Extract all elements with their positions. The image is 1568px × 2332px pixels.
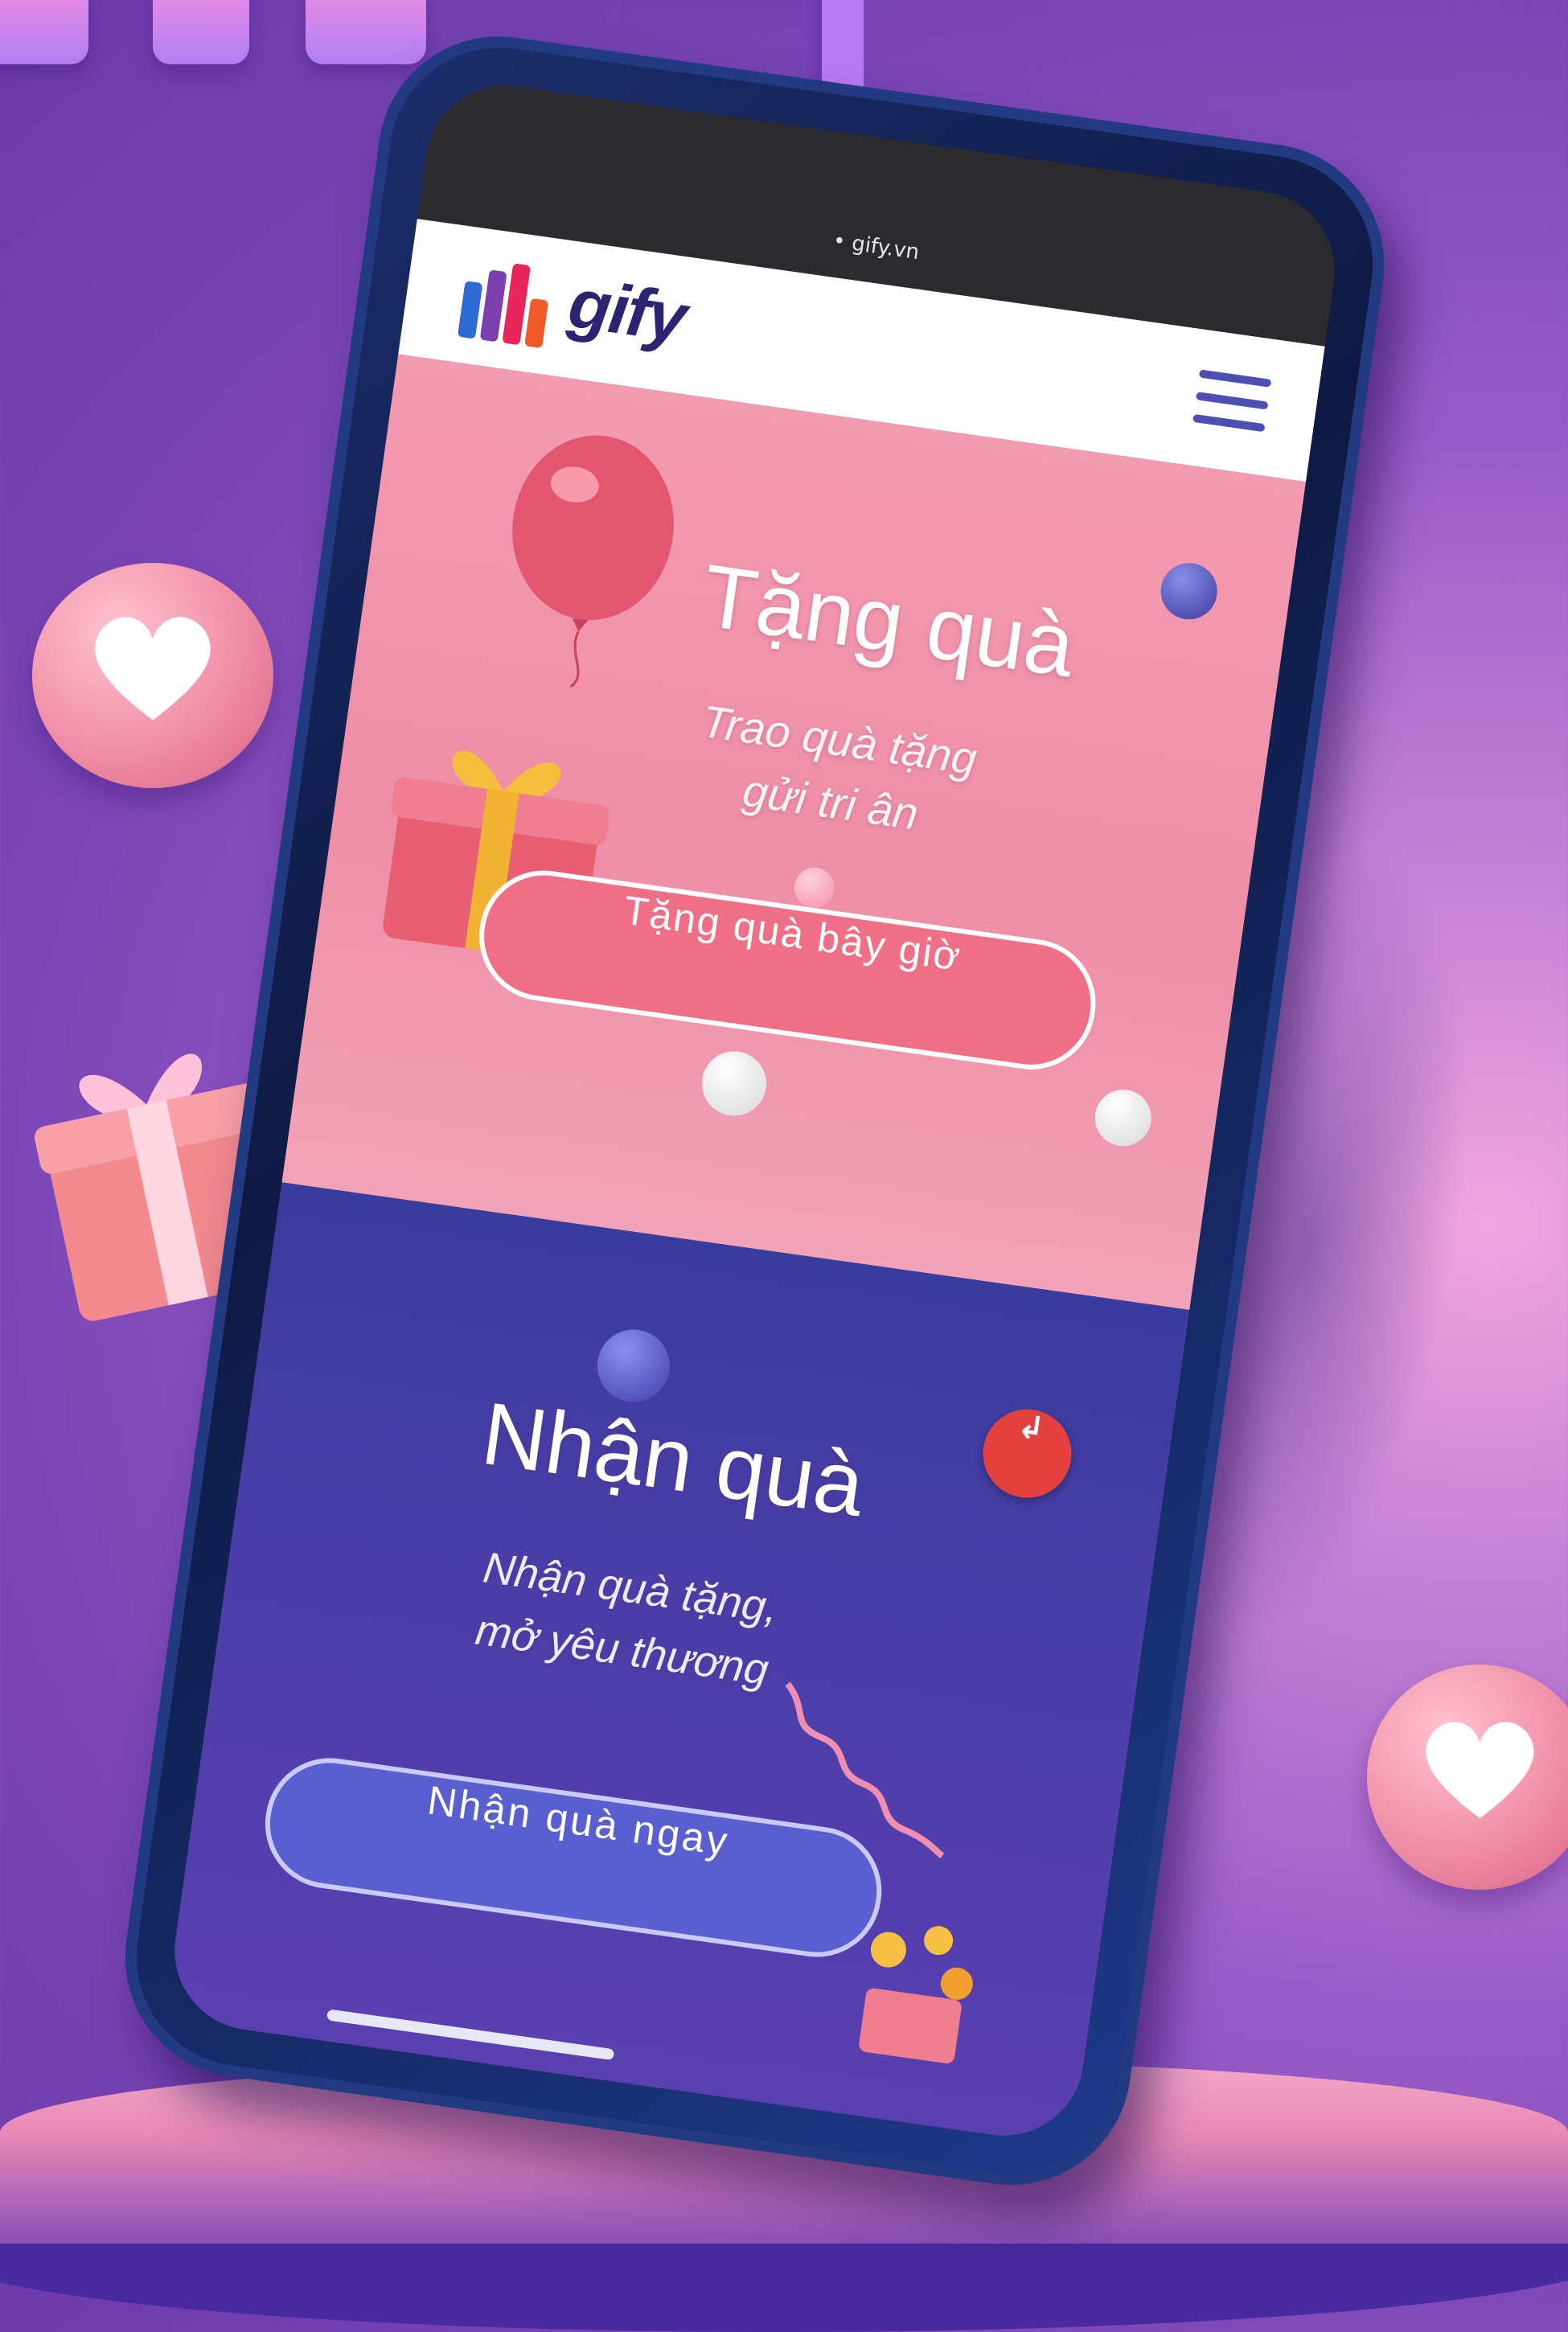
phone-frame: • gify.vn gify Tặng quà Trao quà tặng gử… bbox=[109, 21, 1400, 2201]
phone-mockup: • gify.vn gify Tặng quà Trao quà tặng gử… bbox=[0, 0, 1500, 2230]
gify-logo-mark-icon bbox=[457, 257, 564, 350]
home-indicator bbox=[326, 2009, 615, 2061]
hamburger-menu-icon[interactable] bbox=[1192, 369, 1272, 435]
gift-section: Tặng quà Trao quà tặng gửi tri ân Tặng q… bbox=[281, 354, 1307, 1310]
gify-logo[interactable]: gify bbox=[457, 249, 724, 372]
send-gift-button[interactable]: Tặng quà bây giờ bbox=[470, 862, 1104, 1078]
logo-text: gify bbox=[564, 264, 691, 358]
receive-section: ↲ Nhận quà Nhận quà tặng, mở yêu thương … bbox=[164, 1182, 1190, 2146]
heart-coin-right bbox=[1367, 1665, 1568, 1890]
heart-icon bbox=[1425, 1722, 1534, 1819]
ball-decoration bbox=[697, 1047, 771, 1120]
ball-decoration bbox=[1091, 1086, 1155, 1150]
ball-decoration bbox=[593, 1324, 675, 1407]
phone-screen: • gify.vn gify Tặng quà Trao quà tặng gử… bbox=[164, 75, 1345, 2146]
headline-letter-2 bbox=[153, 0, 249, 64]
ball-decoration bbox=[791, 864, 838, 911]
headline-letter-1 bbox=[0, 0, 88, 64]
